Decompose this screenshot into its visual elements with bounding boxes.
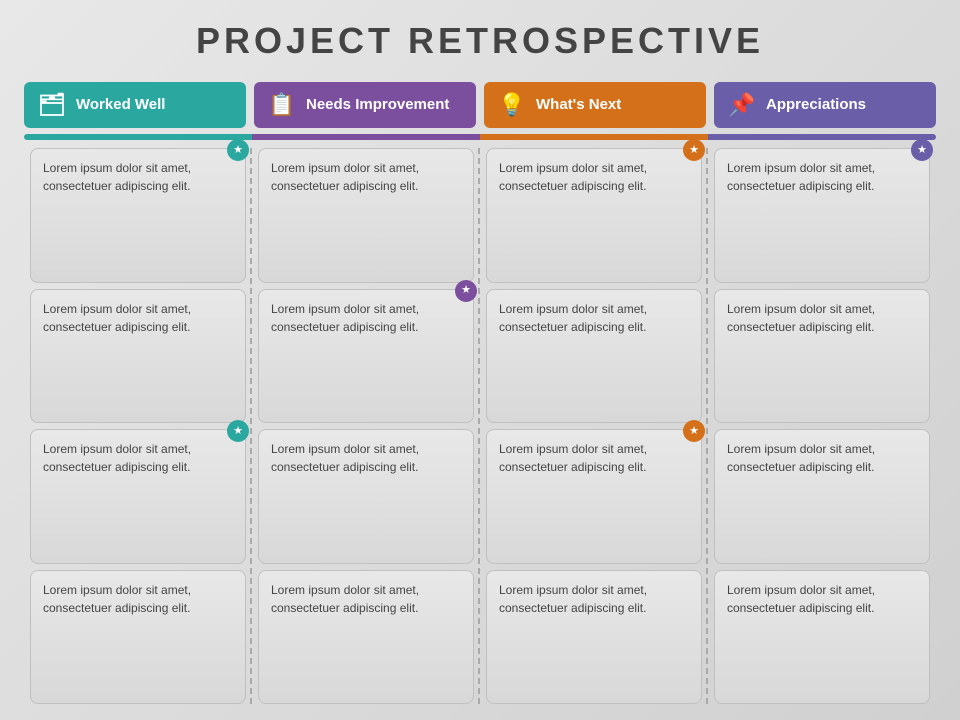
card-2-2: ★ Lorem ipsum dolor sit amet, consectetu…: [486, 429, 702, 564]
header-worked-well: 🗂 Worked Well: [24, 82, 246, 128]
grid-col-3: ★ Lorem ipsum dolor sit amet, consectetu…: [708, 148, 936, 704]
star-badge-3-0: ★: [911, 139, 933, 161]
card-0-2: ★ Lorem ipsum dolor sit amet, consectetu…: [30, 429, 246, 564]
lightbulb-icon: 💡: [498, 92, 526, 118]
header-label-3: Appreciations: [766, 96, 866, 114]
star-badge-0-2: ★: [227, 420, 249, 442]
card-0-3: Lorem ipsum dolor sit amet, consectetuer…: [30, 570, 246, 705]
card-1-0: Lorem ipsum dolor sit amet, consectetuer…: [258, 148, 474, 283]
card-2-0: ★ Lorem ipsum dolor sit amet, consectetu…: [486, 148, 702, 283]
card-2-1: Lorem ipsum dolor sit amet, consectetuer…: [486, 289, 702, 424]
headers-row: 🗂 Worked Well 📋 Needs Improvement 💡 What…: [24, 82, 936, 128]
pin-icon: 📌: [728, 92, 756, 118]
card-3-2: Lorem ipsum dolor sit amet, consectetuer…: [714, 429, 930, 564]
clipboard-icon: 📋: [268, 92, 296, 118]
card-1-1: ★ Lorem ipsum dolor sit amet, consectetu…: [258, 289, 474, 424]
card-3-0: ★ Lorem ipsum dolor sit amet, consectetu…: [714, 148, 930, 283]
star-badge-2-2: ★: [683, 420, 705, 442]
card-3-1: Lorem ipsum dolor sit amet, consectetuer…: [714, 289, 930, 424]
grid-col-1: Lorem ipsum dolor sit amet, consectetuer…: [252, 148, 480, 704]
page-container: PROJECT RETROSPECTIVE 🗂 Worked Well 📋 Ne…: [0, 0, 960, 720]
card-1-2: Lorem ipsum dolor sit amet, consectetuer…: [258, 429, 474, 564]
header-whats-next: 💡 What's Next: [484, 82, 706, 128]
card-2-3: Lorem ipsum dolor sit amet, consectetuer…: [486, 570, 702, 705]
divider-bar: [24, 134, 936, 140]
grid-area: ★ Lorem ipsum dolor sit amet, consectetu…: [24, 148, 936, 704]
star-badge-1-1: ★: [455, 280, 477, 302]
grid-col-2: ★ Lorem ipsum dolor sit amet, consectetu…: [480, 148, 708, 704]
card-3-3: Lorem ipsum dolor sit amet, consectetuer…: [714, 570, 930, 705]
header-label-1: Needs Improvement: [306, 96, 449, 114]
star-badge-2-0: ★: [683, 139, 705, 161]
header-needs-improvement: 📋 Needs Improvement: [254, 82, 476, 128]
header-appreciations: 📌 Appreciations: [714, 82, 936, 128]
card-1-3: Lorem ipsum dolor sit amet, consectetuer…: [258, 570, 474, 705]
page-title: PROJECT RETROSPECTIVE: [24, 20, 936, 62]
card-0-1: Lorem ipsum dolor sit amet, consectetuer…: [30, 289, 246, 424]
briefcase-icon: 🗂: [38, 92, 66, 118]
header-label-0: Worked Well: [76, 96, 165, 114]
grid-col-0: ★ Lorem ipsum dolor sit amet, consectetu…: [24, 148, 252, 704]
header-label-2: What's Next: [536, 96, 621, 114]
star-badge-0-0: ★: [227, 139, 249, 161]
card-0-0: ★ Lorem ipsum dolor sit amet, consectetu…: [30, 148, 246, 283]
